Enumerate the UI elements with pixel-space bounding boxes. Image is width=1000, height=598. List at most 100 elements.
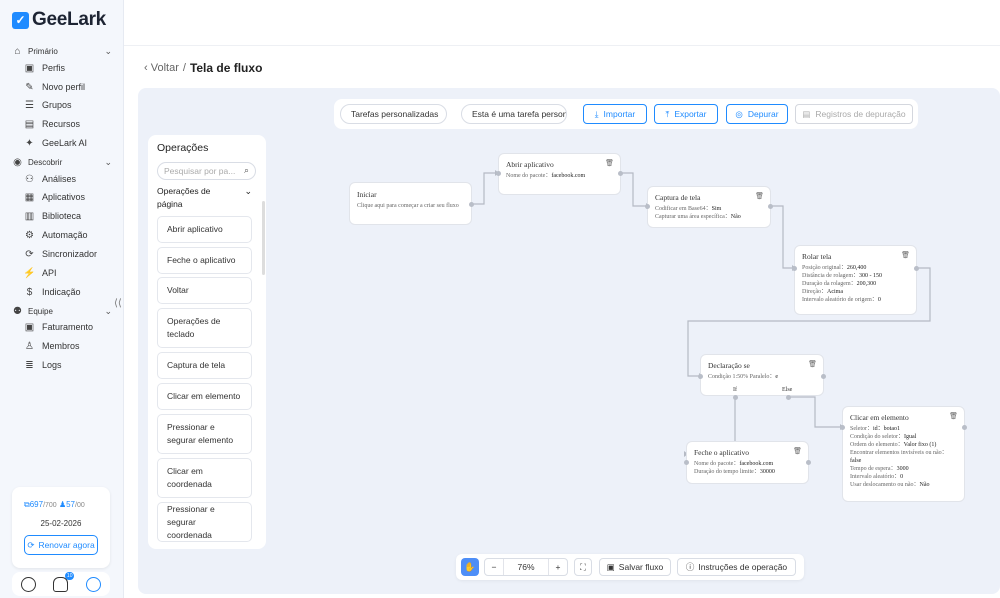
operation-item[interactable]: Abrir aplicativo: [157, 216, 252, 243]
fit-view-icon[interactable]: ⛶: [574, 558, 592, 576]
sidebar-item-api[interactable]: ⚡ API: [23, 265, 118, 281]
trash-icon[interactable]: 🗑: [793, 447, 802, 455]
support-icon[interactable]: [20, 576, 36, 592]
node-port[interactable]: [806, 460, 811, 465]
node-click-element[interactable]: 🗑 Clicar em elemento Seletor：id：botao1 C…: [842, 406, 965, 502]
node-field: Encontrar elementos invisíveis ou não：: [850, 450, 948, 456]
sidebar-item-analises[interactable]: ⚇ Análises: [24, 171, 118, 187]
node-open-app[interactable]: 🗑 Abrir aplicativo Nome do pacote：facebo…: [498, 153, 621, 195]
zoom-level[interactable]: 76%: [503, 559, 549, 575]
sidebar-item-recursos[interactable]: ▤ Recursos: [24, 116, 118, 132]
node-start[interactable]: Iniciar Clique aqui para começar a criar…: [349, 182, 472, 225]
brand-name: GeeLark: [32, 9, 106, 30]
node-port[interactable]: [821, 374, 826, 379]
node-field: Intervalo aleatório：0: [850, 474, 904, 480]
node-port[interactable]: [914, 266, 919, 271]
referral-icon: $: [26, 286, 33, 298]
sidebar-item-perfis[interactable]: ▣ Perfis: [24, 60, 118, 76]
node-if[interactable]: 🗑 Declaração se Condição 1:50% Paralelo：…: [700, 354, 824, 396]
back-link[interactable]: ‹ Voltar: [144, 62, 179, 74]
node-port[interactable]: [792, 266, 797, 271]
sidebar-item-faturamento[interactable]: ▣ Faturamento: [24, 319, 118, 335]
profiles-total: /700: [43, 502, 57, 509]
sidebar-item-label: API: [42, 268, 57, 278]
node-field: Distância de rolagem：300 - 150: [802, 273, 882, 279]
sidebar-item-membros[interactable]: ♙ Membros: [24, 338, 118, 354]
operation-item[interactable]: Clicar em elemento: [157, 383, 252, 410]
operations-scrollbar[interactable]: [262, 201, 265, 275]
zoom-in-icon[interactable]: +: [549, 562, 567, 572]
home-icon: ⌂: [14, 46, 21, 57]
node-port[interactable]: [496, 171, 501, 176]
operation-item[interactable]: Clicar em coordenada: [157, 458, 252, 498]
sidebar: ✓ GeeLark ⌂ Primário ⌄ ▣ Perfis ✎ Novo per…: [0, 0, 124, 598]
debug-logs-button[interactable]: ▤ Registros de depuração: [795, 104, 913, 124]
sidebar-item-indicacao[interactable]: $ Indicação: [24, 284, 118, 300]
sidebar-item-biblioteca[interactable]: ▥ Biblioteca: [24, 208, 118, 224]
zoom-out-icon[interactable]: −: [485, 562, 503, 572]
renew-button[interactable]: ⟳ Renovar agora: [24, 535, 98, 555]
operation-item[interactable]: Pressionar e segurar coordenada: [157, 502, 252, 542]
node-port[interactable]: [645, 204, 650, 209]
account-icon[interactable]: [86, 576, 102, 592]
bell-icon[interactable]: 10: [53, 571, 75, 592]
import-button[interactable]: ⤓ Importar: [583, 104, 647, 124]
team-icon: ⚉: [13, 306, 22, 317]
sidebar-item-label: Membros: [42, 341, 80, 351]
sidebar-item-logs[interactable]: ≣ Logs: [24, 357, 118, 373]
section-primario[interactable]: ⌂ Primário ⌄: [12, 46, 112, 57]
operation-item[interactable]: Captura de tela: [157, 352, 252, 379]
operation-item[interactable]: Pressionar e segurar elemento: [157, 414, 252, 454]
sidebar-item-label: Novo perfil: [42, 82, 86, 92]
save-icon: ▣: [606, 561, 615, 572]
sidebar-item-label: Recursos: [42, 119, 81, 129]
node-screenshot[interactable]: 🗑 Captura de tela Codificar em Base64：Si…: [647, 186, 771, 228]
node-port[interactable]: [469, 202, 474, 207]
node-port[interactable]: [698, 374, 703, 379]
sidebar-item-grupos[interactable]: ☰ Grupos: [24, 97, 118, 113]
sidebar-item-aplicativos[interactable]: ▦ Aplicativos: [24, 189, 118, 205]
trash-icon[interactable]: 🗑: [755, 192, 764, 200]
node-port[interactable]: [962, 425, 967, 430]
node-port[interactable]: [840, 425, 845, 430]
node-close-app[interactable]: 🗑 Feche o aplicativo Nome do pacote：face…: [686, 441, 809, 484]
logo[interactable]: ✓ GeeLark: [12, 9, 106, 31]
operation-item[interactable]: Feche o aplicativo: [157, 247, 252, 274]
if-branch-label: If: [733, 387, 737, 393]
node-scroll[interactable]: 🗑 Rolar tela Posição original：260,400 Di…: [794, 245, 917, 315]
debug-button[interactable]: ◎ Depurar: [726, 104, 788, 124]
save-flow-button[interactable]: ▣ Salvar fluxo: [599, 558, 671, 576]
node-port[interactable]: [684, 460, 689, 465]
instructions-button[interactable]: ⓘ Instruções de operação: [677, 558, 796, 576]
sidebar-item-geelark-ai[interactable]: ✦ GeeLark AI: [24, 135, 118, 151]
sidebar-item-label: Grupos: [42, 100, 72, 110]
sidebar-item-novo-perfil[interactable]: ✎ Novo perfil: [24, 79, 118, 95]
sidebar-item-sincronizador[interactable]: ⟳ Sincronizador: [24, 246, 118, 262]
sidebar-item-automacao[interactable]: ⚙ Automação: [24, 227, 118, 243]
operations-panel: Operações Pesquisar por pa... ⌕ Operaçõe…: [148, 135, 266, 549]
node-field: Ordem do elemento：Valor fixo (1): [850, 442, 937, 448]
operations-group-header[interactable]: Operações de página ⌄: [157, 185, 252, 211]
task-description-input[interactable]: Esta é uma tarefa persona: [461, 104, 567, 124]
collapse-sidebar-icon[interactable]: ⟨⟨: [114, 298, 122, 309]
section-equipe[interactable]: ⚉ Equipe ⌄: [12, 306, 112, 317]
node-port[interactable]: [733, 395, 738, 400]
trash-icon[interactable]: 🗑: [605, 159, 614, 167]
trash-icon[interactable]: 🗑: [808, 360, 817, 368]
operation-item[interactable]: Operações de teclado: [157, 308, 252, 348]
node-port[interactable]: [768, 204, 773, 209]
node-port[interactable]: [618, 171, 623, 176]
zoom-control: − 76% +: [484, 558, 568, 576]
section-descobrir[interactable]: ◉ Descobrir ⌄: [12, 157, 112, 168]
operations-search-input[interactable]: Pesquisar por pa... ⌕: [157, 162, 256, 180]
trash-icon[interactable]: 🗑: [901, 251, 910, 259]
operation-item[interactable]: Voltar: [157, 277, 252, 304]
export-button[interactable]: ⤒ Exportar: [654, 104, 718, 124]
task-type-select[interactable]: Tarefas personalizadas: [340, 104, 447, 124]
trash-icon[interactable]: 🗑: [949, 412, 958, 420]
node-port[interactable]: [786, 395, 791, 400]
renew-label: Renovar agora: [38, 540, 95, 550]
sidebar-item-label: Sincronizador: [42, 249, 98, 259]
sidebar-item-label: Análises: [42, 174, 77, 184]
hand-tool-icon[interactable]: ✋: [461, 558, 479, 576]
